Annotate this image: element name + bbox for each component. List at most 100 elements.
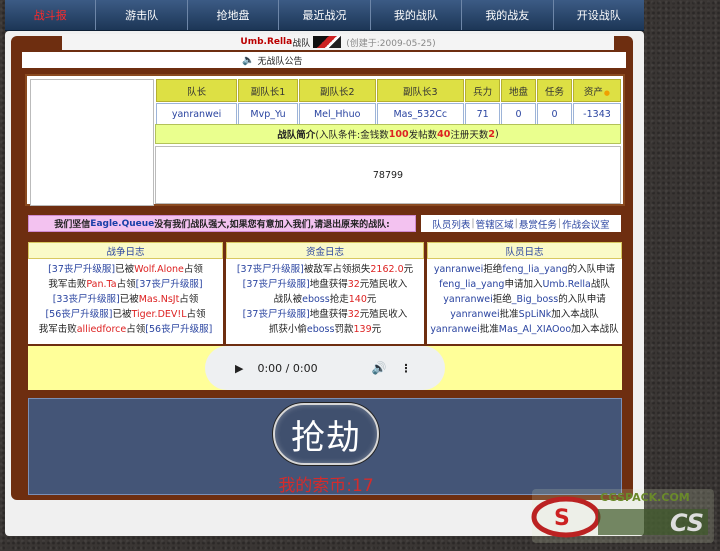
team-links: 队员列表 | 管辖区域 | 悬赏任务 | 作战会议室 xyxy=(421,215,621,232)
log-segment: 加入本战队 xyxy=(571,324,619,335)
log-segment: alliedforce xyxy=(76,324,127,335)
war-log-line: 我军击败Pan.Ta占领[37丧尸升级服] xyxy=(28,277,223,292)
members-log-line: yanranwei拒绝feng_lia_yang的入队申请 xyxy=(427,262,622,277)
log-segment[interactable]: Mas_Al_XIAOoo xyxy=(499,324,571,335)
alert-team-link[interactable]: Eagle.Queue xyxy=(90,219,154,229)
team-link[interactable]: 管辖区域 xyxy=(476,217,514,231)
log-segment: 加入本战队 xyxy=(551,309,599,320)
notice-text: 无战队公告 xyxy=(257,56,303,67)
stats-header-label: 队长 xyxy=(187,86,207,98)
intro-money: 100 xyxy=(388,128,409,140)
log-segment[interactable]: _Big_boss xyxy=(512,294,558,305)
more-options-icon[interactable]: ⋮ xyxy=(401,362,412,375)
team-name[interactable]: Umb.Rella xyxy=(240,37,292,47)
intro-posts: 40 xyxy=(437,128,451,140)
stats-cell: 0 xyxy=(501,103,537,126)
coin-icon: ● xyxy=(603,88,611,97)
log-segment[interactable]: yanranwei xyxy=(430,324,479,335)
link-separator: | xyxy=(471,218,475,229)
log-segment: 地盘获得 xyxy=(309,309,348,320)
log-segment: 元 xyxy=(366,294,377,305)
log-segment[interactable]: [56丧尸升级服] xyxy=(45,309,112,320)
log-segment: 抓获小偷 xyxy=(268,324,307,335)
rob-panel: 抢劫 我的索币:17 xyxy=(28,398,622,496)
nav-item-6[interactable]: 我的战友 xyxy=(462,0,554,30)
team-link[interactable]: 队员列表 xyxy=(432,217,470,231)
stats-header-label: 副队长3 xyxy=(403,86,438,98)
join-alert: 我们坚信 Eagle.Queue 没有我们战队强大,如果您有意加入我们,请退出原… xyxy=(28,215,416,232)
link-separator: | xyxy=(557,218,562,229)
log-segment[interactable]: [37丧尸升级服] xyxy=(243,309,310,320)
stats-cell: 0 xyxy=(537,103,572,126)
audio-area: ▶ 0:00 / 0:00 🔊 ⋮ xyxy=(28,346,622,390)
play-icon[interactable]: ▶ xyxy=(235,362,243,375)
members-log-line: feng_lia_yang申请加入Umb.Rella战队 xyxy=(427,277,622,292)
nav-item-1[interactable]: 战斗报 xyxy=(5,0,97,30)
log-segment[interactable]: yanranwei xyxy=(450,309,499,320)
intro-post-suffix: 注册天数 xyxy=(450,130,489,141)
log-segment: 申请加入 xyxy=(504,279,543,290)
alert-pre: 我们坚信 xyxy=(54,220,91,230)
log-segment[interactable]: feng_lia_yang xyxy=(502,264,567,275)
nav-item-3[interactable]: 抢地盘 xyxy=(188,0,280,30)
intro-days: 2 xyxy=(488,128,495,140)
members-log: 队员日志 yanranwei拒绝feng_lia_yang的入队申请 feng_l… xyxy=(427,242,622,344)
log-segment[interactable]: eboss xyxy=(302,294,330,305)
log-segment[interactable]: [33丧尸升级服] xyxy=(53,294,120,305)
log-segment[interactable]: yanranwei xyxy=(443,294,492,305)
log-segment[interactable]: [37丧尸升级服] xyxy=(136,279,203,290)
log-segment[interactable]: SpLiNk xyxy=(519,309,552,320)
nav-item-4[interactable]: 最近战况 xyxy=(279,0,371,30)
log-segment: Pan.Ta xyxy=(86,279,117,290)
stats-header-label: 副队长2 xyxy=(319,86,355,98)
log-segment: 占领 xyxy=(116,279,136,290)
members-log-line: yanranwei批准SpLiNk加入本战队 xyxy=(427,307,622,322)
volume-icon[interactable]: 🔊 xyxy=(372,361,387,375)
stats-header: 任务 xyxy=(537,79,572,102)
log-segment: 元 xyxy=(403,264,414,275)
log-segment: 元 xyxy=(371,324,382,335)
stats-header-label: 资产 xyxy=(583,86,603,98)
link-separator: | xyxy=(514,218,518,229)
stats-cell: 71 xyxy=(465,103,501,126)
stats-header: 资产● xyxy=(572,79,621,102)
log-segment: 的入队申请 xyxy=(567,264,616,275)
stats-cell[interactable]: yanranwei xyxy=(156,103,238,126)
stats-header-label: 副队长1 xyxy=(250,86,286,98)
log-segment: 罚款 xyxy=(334,324,354,335)
svg-text:S: S xyxy=(554,506,570,531)
funds-log-line: [37丧尸升级服]地盘获得32元殖民收入 xyxy=(226,277,424,292)
team-overview: 队长 副队长1 副队长2 副队长3 兵力 地盘 任务 资产● yanranwei Mvp_Yu M… xyxy=(25,74,625,206)
stats-header: 副队长2 xyxy=(298,79,376,102)
team-description: 78799 xyxy=(155,146,621,204)
log-segment[interactable]: [37丧尸升级服] xyxy=(237,264,304,275)
stats-cell[interactable]: Mas_532Cc xyxy=(376,103,465,126)
nav-item-5[interactable]: 我的战队 xyxy=(371,0,463,30)
log-segment[interactable]: yanranwei xyxy=(434,264,483,275)
log-segment[interactable]: feng_lia_yang xyxy=(439,279,504,290)
log-segment: 地盘获得 xyxy=(309,279,348,290)
stats-header: 副队长1 xyxy=(238,79,298,102)
log-segment: 140 xyxy=(348,294,367,305)
intro-end: ) xyxy=(494,128,499,140)
log-segment[interactable]: eboss xyxy=(307,324,335,335)
rob-button[interactable]: 抢劫 xyxy=(273,403,379,465)
war-log-line: 我军击败alliedforce占领[56丧尸升级服] xyxy=(28,322,223,337)
nav-item-7[interactable]: 开设战队 xyxy=(554,0,644,30)
top-nav: 战斗报 游击队 抢地盘 最近战况 我的战队 我的战友 开设战队 xyxy=(5,0,644,31)
svg-text:CGSPACK.COM: CGSPACK.COM xyxy=(600,491,690,504)
stats-cell[interactable]: Mel_Hhuo xyxy=(298,103,376,126)
team-link[interactable]: 悬赏任务 xyxy=(519,217,557,231)
stats-cell[interactable]: Mvp_Yu xyxy=(238,103,298,126)
team-link[interactable]: 作战会议室 xyxy=(562,217,610,231)
log-segment[interactable]: [37丧尸升级服] xyxy=(243,279,310,290)
nav-item-2[interactable]: 游击队 xyxy=(96,0,188,30)
log-segment[interactable]: [56丧尸升级服] xyxy=(145,324,212,335)
alert-post: 没有我们战队强大,如果您有意加入我们,请退出原来的战队: xyxy=(154,220,390,230)
log-segment[interactable]: [37丧尸升级服] xyxy=(48,264,115,275)
log-segment: 2162.0 xyxy=(370,264,404,275)
log-segment: Tiger.DEV!L xyxy=(131,309,187,320)
stats-cell: -1343 xyxy=(572,103,621,126)
team-name-suffix: 战队 xyxy=(292,38,311,49)
log-segment[interactable]: Umb.Rella xyxy=(542,279,590,290)
